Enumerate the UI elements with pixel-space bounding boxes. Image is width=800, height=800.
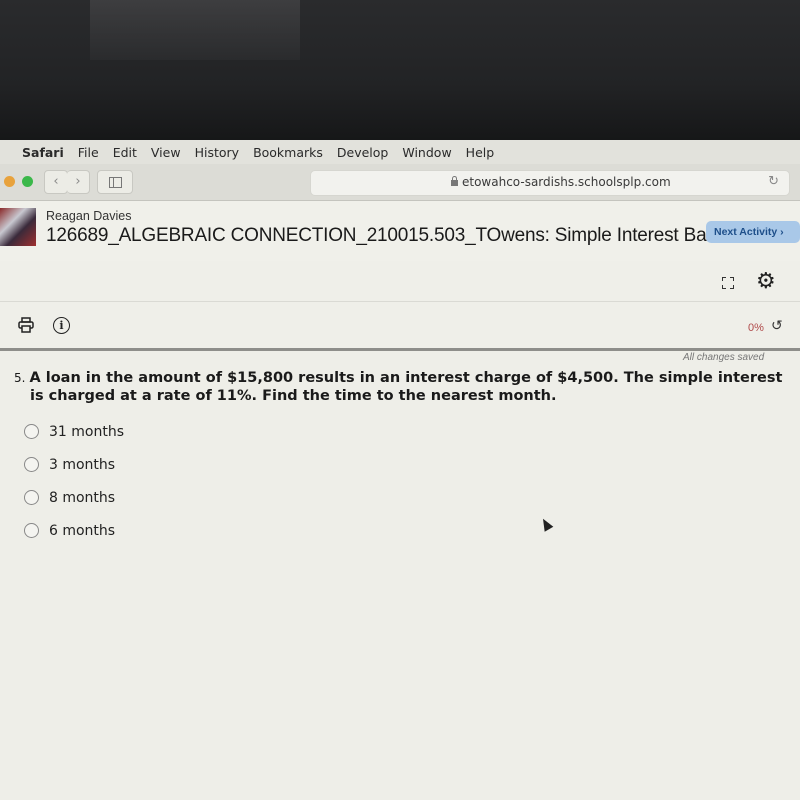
radio-button[interactable] xyxy=(24,424,39,439)
reset-icon[interactable]: ↺ xyxy=(771,318,783,334)
question-line-1: A loan in the amount of $15,800 results … xyxy=(29,370,783,386)
menu-file[interactable]: File xyxy=(78,145,99,160)
option-label: 6 months xyxy=(49,522,116,539)
avatar xyxy=(0,208,36,246)
course-title: 126689_ALGEBRAIC CONNECTION_210015.503_T… xyxy=(46,225,735,246)
progress-percent: 0% xyxy=(748,322,764,334)
screen: Safari File Edit View History Bookmarks … xyxy=(0,140,800,800)
option-label: 8 months xyxy=(49,489,116,506)
sidebar-icon xyxy=(109,177,122,188)
menu-bookmarks[interactable]: Bookmarks xyxy=(253,145,323,160)
radio-button[interactable] xyxy=(24,490,39,505)
url-value: etowahco-sardishs.schoolsplp.com xyxy=(462,175,671,189)
address-bar[interactable]: etowahco-sardishs.schoolsplp.com ↻ xyxy=(310,170,790,196)
print-icon[interactable] xyxy=(18,317,34,333)
answer-options: 31 months 3 months 8 months 6 months xyxy=(24,415,124,547)
question-line-2: is charged at a rate of 11%. Find the ti… xyxy=(30,388,557,404)
next-activity-button[interactable]: Next Activity › xyxy=(706,221,800,243)
radio-button[interactable] xyxy=(24,523,39,538)
menu-help[interactable]: Help xyxy=(466,145,495,160)
user-name: Reagan Davies xyxy=(46,209,132,223)
lock-icon xyxy=(451,176,458,186)
macos-menu-bar: Safari File Edit View History Bookmarks … xyxy=(0,140,800,164)
mouse-cursor-icon xyxy=(538,516,554,532)
zoom-window-button[interactable] xyxy=(22,176,33,187)
question-toolbar: i 0% ↺ xyxy=(0,302,800,351)
answer-option[interactable]: 6 months xyxy=(24,514,124,547)
save-status: All changes saved xyxy=(683,352,765,363)
activity-controls-bar: ⚙ xyxy=(0,261,800,302)
answer-option[interactable]: 3 months xyxy=(24,448,124,481)
radio-button[interactable] xyxy=(24,457,39,472)
menu-develop[interactable]: Develop xyxy=(337,145,388,160)
question-text: 5. A loan in the amount of $15,800 result… xyxy=(14,369,784,405)
info-icon[interactable]: i xyxy=(53,317,70,334)
url-text: etowahco-sardishs.schoolsplp.com xyxy=(451,175,671,189)
fullscreen-icon[interactable] xyxy=(722,277,734,289)
option-label: 31 months xyxy=(49,423,124,440)
activity-header: Reagan Davies 126689_ALGEBRAIC CONNECTIO… xyxy=(0,201,800,261)
minimize-window-button[interactable] xyxy=(4,176,15,187)
menu-view[interactable]: View xyxy=(151,145,181,160)
browser-toolbar: ‹ › etowahco-sardishs.schoolsplp.com ↻ xyxy=(0,164,800,201)
answer-option[interactable]: 8 months xyxy=(24,481,124,514)
back-button[interactable]: ‹ xyxy=(44,170,68,194)
menu-edit[interactable]: Edit xyxy=(113,145,137,160)
forward-button[interactable]: › xyxy=(67,170,90,194)
answer-option[interactable]: 31 months xyxy=(24,415,124,448)
option-label: 3 months xyxy=(49,456,116,473)
menu-history[interactable]: History xyxy=(195,145,239,160)
bezel-reflection xyxy=(90,0,300,60)
sidebar-toggle-button[interactable] xyxy=(97,170,133,194)
menu-window[interactable]: Window xyxy=(402,145,451,160)
question-number: 5. xyxy=(14,371,26,385)
reload-icon[interactable]: ↻ xyxy=(768,174,779,189)
gear-icon[interactable]: ⚙ xyxy=(756,271,776,293)
menu-safari[interactable]: Safari xyxy=(22,145,64,160)
